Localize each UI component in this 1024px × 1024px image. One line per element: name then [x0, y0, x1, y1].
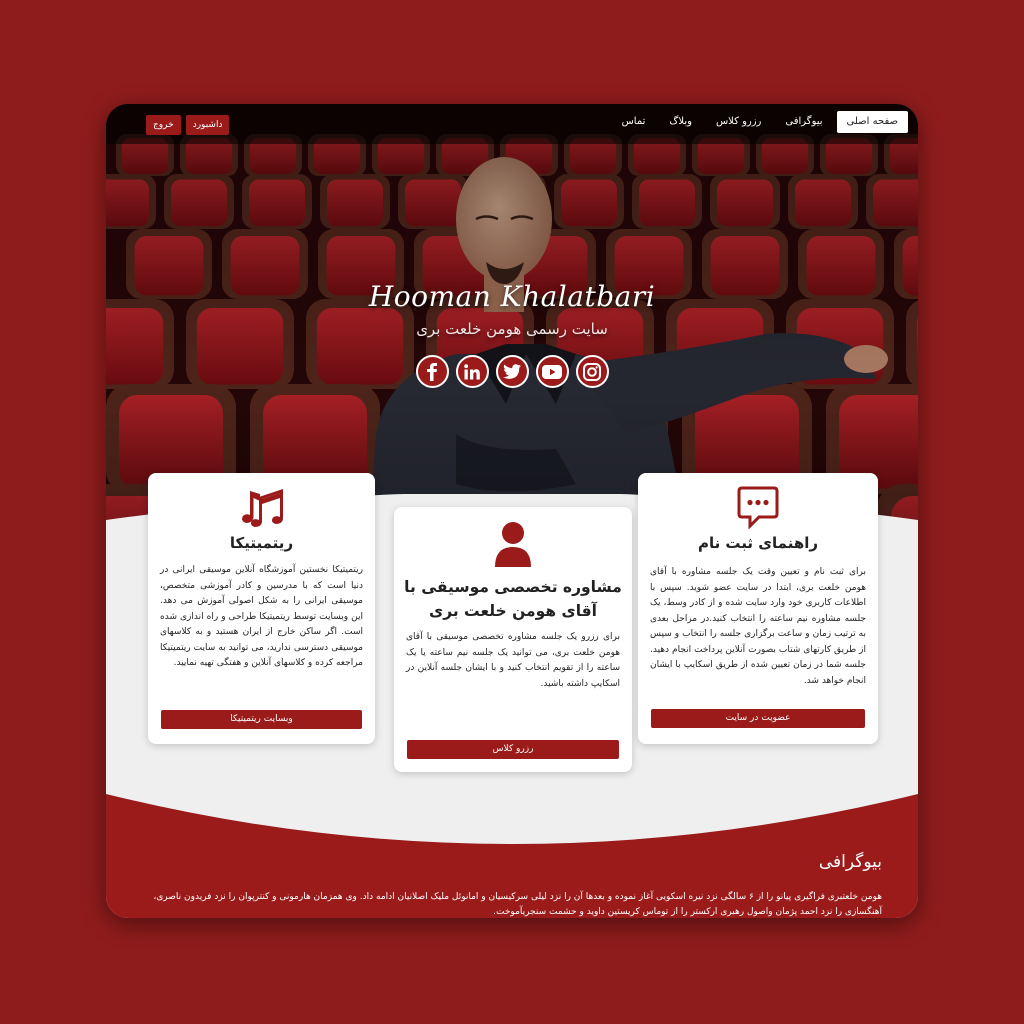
hero-subtitle: سایت رسمی هومن خلعت بری — [416, 320, 608, 338]
instagram-icon[interactable] — [575, 355, 609, 388]
browser-frame: صفحه اصلی بیوگرافی رزرو کلاس وبلاگ تماس … — [106, 104, 918, 918]
rhythmitica-card: ریتمیتیکا ریتمیتیکا نخستین آموزشگاه آنلا… — [148, 473, 375, 744]
biography-text: هومن خلعتبری فراگیری پیانو را از ۶ سالگی… — [153, 892, 882, 917]
card-description: برای ثبت نام و تعیین وقت یک جلسه مشاوره … — [650, 567, 866, 686]
dashboard-button[interactable]: داشبورد — [185, 115, 230, 135]
nav-item-book-class[interactable]: رزرو کلاس — [706, 111, 771, 133]
card-title-line-2: آقای هومن خلعت بری — [428, 602, 597, 620]
facebook-icon[interactable] — [415, 355, 449, 388]
chat-bubble-icon — [737, 486, 779, 529]
nav-item-home[interactable]: صفحه اصلی — [836, 111, 908, 133]
social-links — [106, 355, 918, 388]
card-title: راهنمای ثبت نام — [697, 534, 819, 552]
consultation-card: مشاوره تخصصی موسیقی با آقای هومن خلعت بر… — [394, 507, 632, 772]
nav-item-biography[interactable]: بیوگرافی — [775, 111, 832, 133]
youtube-icon[interactable] — [535, 355, 569, 388]
card-title: ریتمیتیکا — [229, 534, 294, 552]
twitter-icon[interactable] — [495, 355, 529, 388]
nav-item-blog[interactable]: وبلاگ — [659, 111, 702, 133]
signup-button[interactable]: عضویت در سایت — [651, 709, 865, 728]
card-description: ریتمیتیکا نخستین آموزشگاه آنلاین موسیقی … — [160, 565, 363, 668]
nav-menu: صفحه اصلی بیوگرافی رزرو کلاس وبلاگ تماس — [612, 111, 908, 133]
card-title-line-1: مشاوره تخصصی موسیقی با — [404, 578, 622, 596]
top-navbar: صفحه اصلی بیوگرافی رزرو کلاس وبلاگ تماس … — [106, 104, 918, 144]
rhythmitica-website-button[interactable]: وبسایت ریتمیتیکا — [161, 710, 362, 729]
user-icon — [495, 522, 531, 567]
nav-item-contact[interactable]: تماس — [612, 111, 656, 133]
registration-guide-card: راهنمای ثبت نام برای ثبت نام و تعیین وقت… — [638, 473, 878, 744]
music-notes-icon — [241, 489, 283, 527]
linkedin-icon[interactable] — [455, 355, 489, 388]
card-description: برای رزرو یک جلسه مشاوره تخصصی موسیقی با… — [406, 632, 620, 689]
logout-button[interactable]: خروج — [146, 115, 181, 135]
biography-heading: بیوگرافی — [818, 852, 882, 872]
nav-actions: خروج داشبورد — [146, 115, 230, 135]
book-class-button[interactable]: رزرو کلاس — [407, 740, 619, 759]
hero-signature-name: Hooman Khalatbari — [368, 280, 656, 313]
